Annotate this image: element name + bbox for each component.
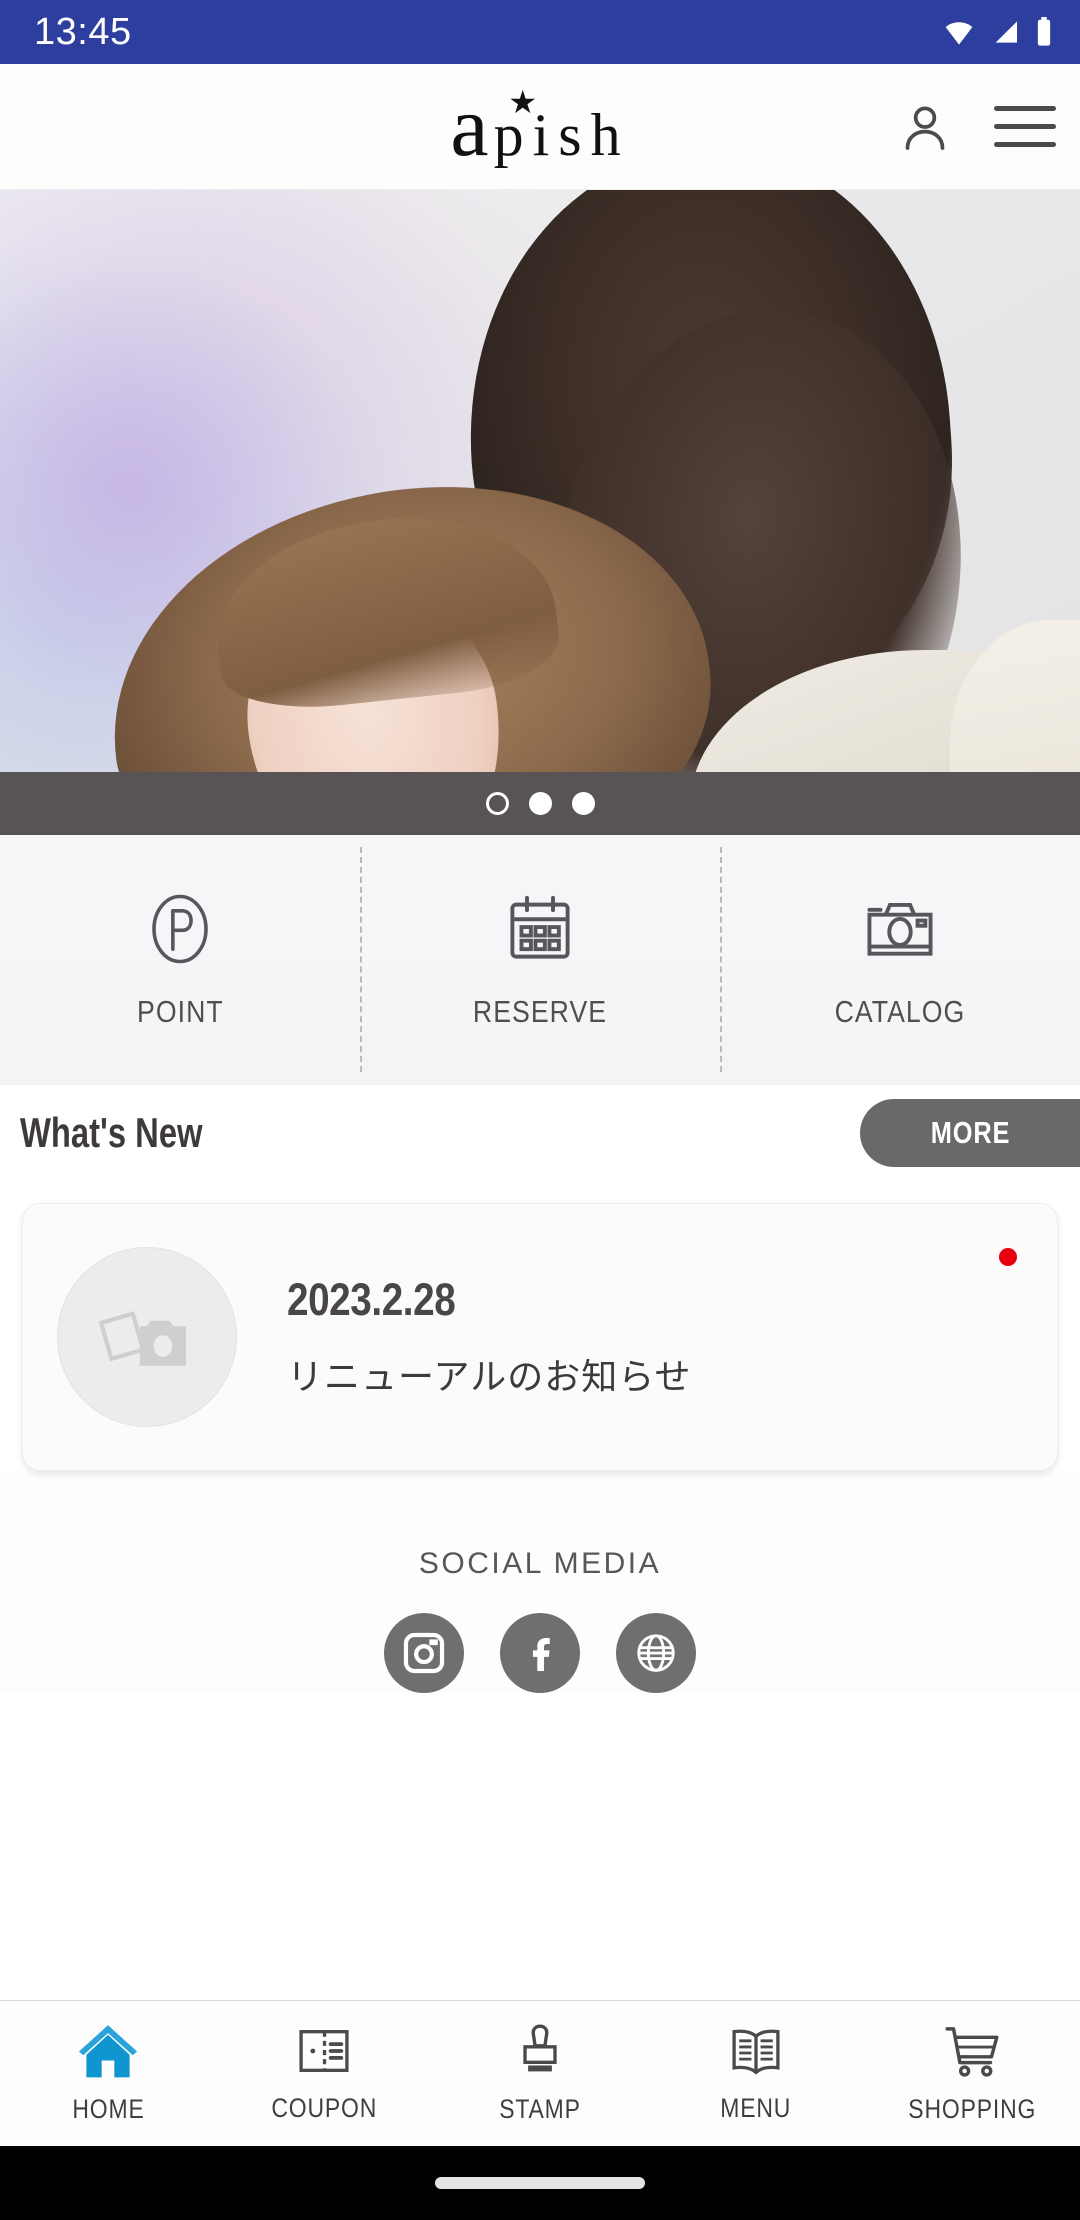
nav-label: STAMP <box>499 2094 581 2124</box>
nav-item-menu[interactable]: MENU <box>648 2023 864 2124</box>
nav-item-coupon[interactable]: COUPON <box>216 2023 432 2124</box>
hero-carousel[interactable] <box>0 190 1080 835</box>
quick-action-label: RESERVE <box>472 993 608 1029</box>
quick-action-reserve[interactable]: RESERVE <box>360 835 720 1084</box>
logo-letter-a: a <box>450 77 488 174</box>
nav-label: MENU <box>720 2093 792 2123</box>
hero-image <box>0 190 1080 835</box>
nav-label: SHOPPING <box>908 2094 1036 2124</box>
point-p-circle-icon <box>152 894 208 963</box>
status-icons <box>942 17 1054 47</box>
header-actions <box>892 94 1058 160</box>
carousel-dot-1[interactable] <box>485 792 509 815</box>
social-media-section: SOCIAL MEDIA <box>0 1471 1080 1693</box>
social-media-links <box>384 1613 696 1693</box>
stamp-icon <box>523 2024 557 2072</box>
brand-logo[interactable]: ★ a pish <box>450 77 629 174</box>
whats-new-title: What's New <box>20 1109 203 1156</box>
news-date: 2023.2.28 <box>287 1274 456 1325</box>
quick-action-label: POINT <box>136 993 224 1029</box>
coupon-ticket-icon <box>299 2030 349 2072</box>
nav-item-stamp[interactable]: STAMP <box>432 2022 648 2125</box>
news-unread-badge <box>999 1248 1017 1266</box>
news-body: 2023.2.28 リニューアルのお知らせ <box>287 1274 691 1400</box>
quick-action-point[interactable]: POINT <box>0 835 360 1084</box>
nav-item-shopping[interactable]: SHOPPING <box>864 2022 1080 2125</box>
globe-icon <box>637 1634 675 1672</box>
news-thumbnail <box>57 1247 237 1427</box>
photo-camera-placeholder-icon <box>99 1311 186 1366</box>
nav-item-home[interactable]: HOME <box>0 2022 216 2125</box>
nav-label: COUPON <box>271 2093 377 2123</box>
carousel-indicator[interactable] <box>0 772 1080 835</box>
open-book-icon <box>732 2029 780 2075</box>
quick-action-label: CATALOG <box>834 993 966 1029</box>
battery-icon <box>1037 17 1051 46</box>
menu-button[interactable] <box>992 94 1058 160</box>
bottom-navigation: HOME COUPON STAMP MENU SHOPPING <box>0 2000 1080 2146</box>
system-gesture-bar <box>0 2146 1080 2220</box>
quick-actions: POINT RESERVE CATALOG <box>0 835 1080 1085</box>
facebook-icon <box>532 1638 550 1672</box>
signal-icon <box>995 21 1017 43</box>
nav-label: HOME <box>71 2094 145 2124</box>
social-link-website[interactable] <box>616 1613 696 1693</box>
account-button[interactable] <box>892 94 958 160</box>
logo-star-icon: ★ <box>508 83 538 120</box>
whats-new-header: What's New MORE <box>0 1085 1080 1181</box>
carousel-dot-3[interactable] <box>571 792 595 815</box>
social-link-facebook[interactable] <box>500 1613 580 1693</box>
status-time: 13:45 <box>34 11 132 53</box>
whats-new-more-button[interactable]: MORE <box>860 1099 1080 1167</box>
hamburger-menu-icon <box>994 106 1056 147</box>
shopping-cart-icon <box>945 2027 999 2077</box>
camera-icon <box>867 902 933 956</box>
person-icon <box>905 105 945 150</box>
carousel-dot-2[interactable] <box>528 792 552 815</box>
more-button-label: MORE <box>930 1115 1010 1150</box>
app-screen: 13:45 ★ a pish POINT RESERVE CATALOG Wha… <box>0 0 1080 2220</box>
status-bar: 13:45 <box>0 0 1080 64</box>
quick-action-catalog[interactable]: CATALOG <box>720 835 1080 1084</box>
home-gesture-pill[interactable] <box>435 2177 645 2189</box>
news-card[interactable]: 2023.2.28 リニューアルのお知らせ <box>22 1203 1058 1471</box>
app-header: ★ a pish <box>0 64 1080 190</box>
social-link-instagram[interactable] <box>384 1613 464 1693</box>
wifi-icon <box>945 22 973 45</box>
home-icon <box>79 2025 137 2078</box>
social-media-title: SOCIAL MEDIA <box>418 1547 662 1580</box>
instagram-icon <box>403 1632 445 1674</box>
calendar-icon <box>510 895 570 959</box>
news-text: リニューアルのお知らせ <box>287 1356 692 1397</box>
